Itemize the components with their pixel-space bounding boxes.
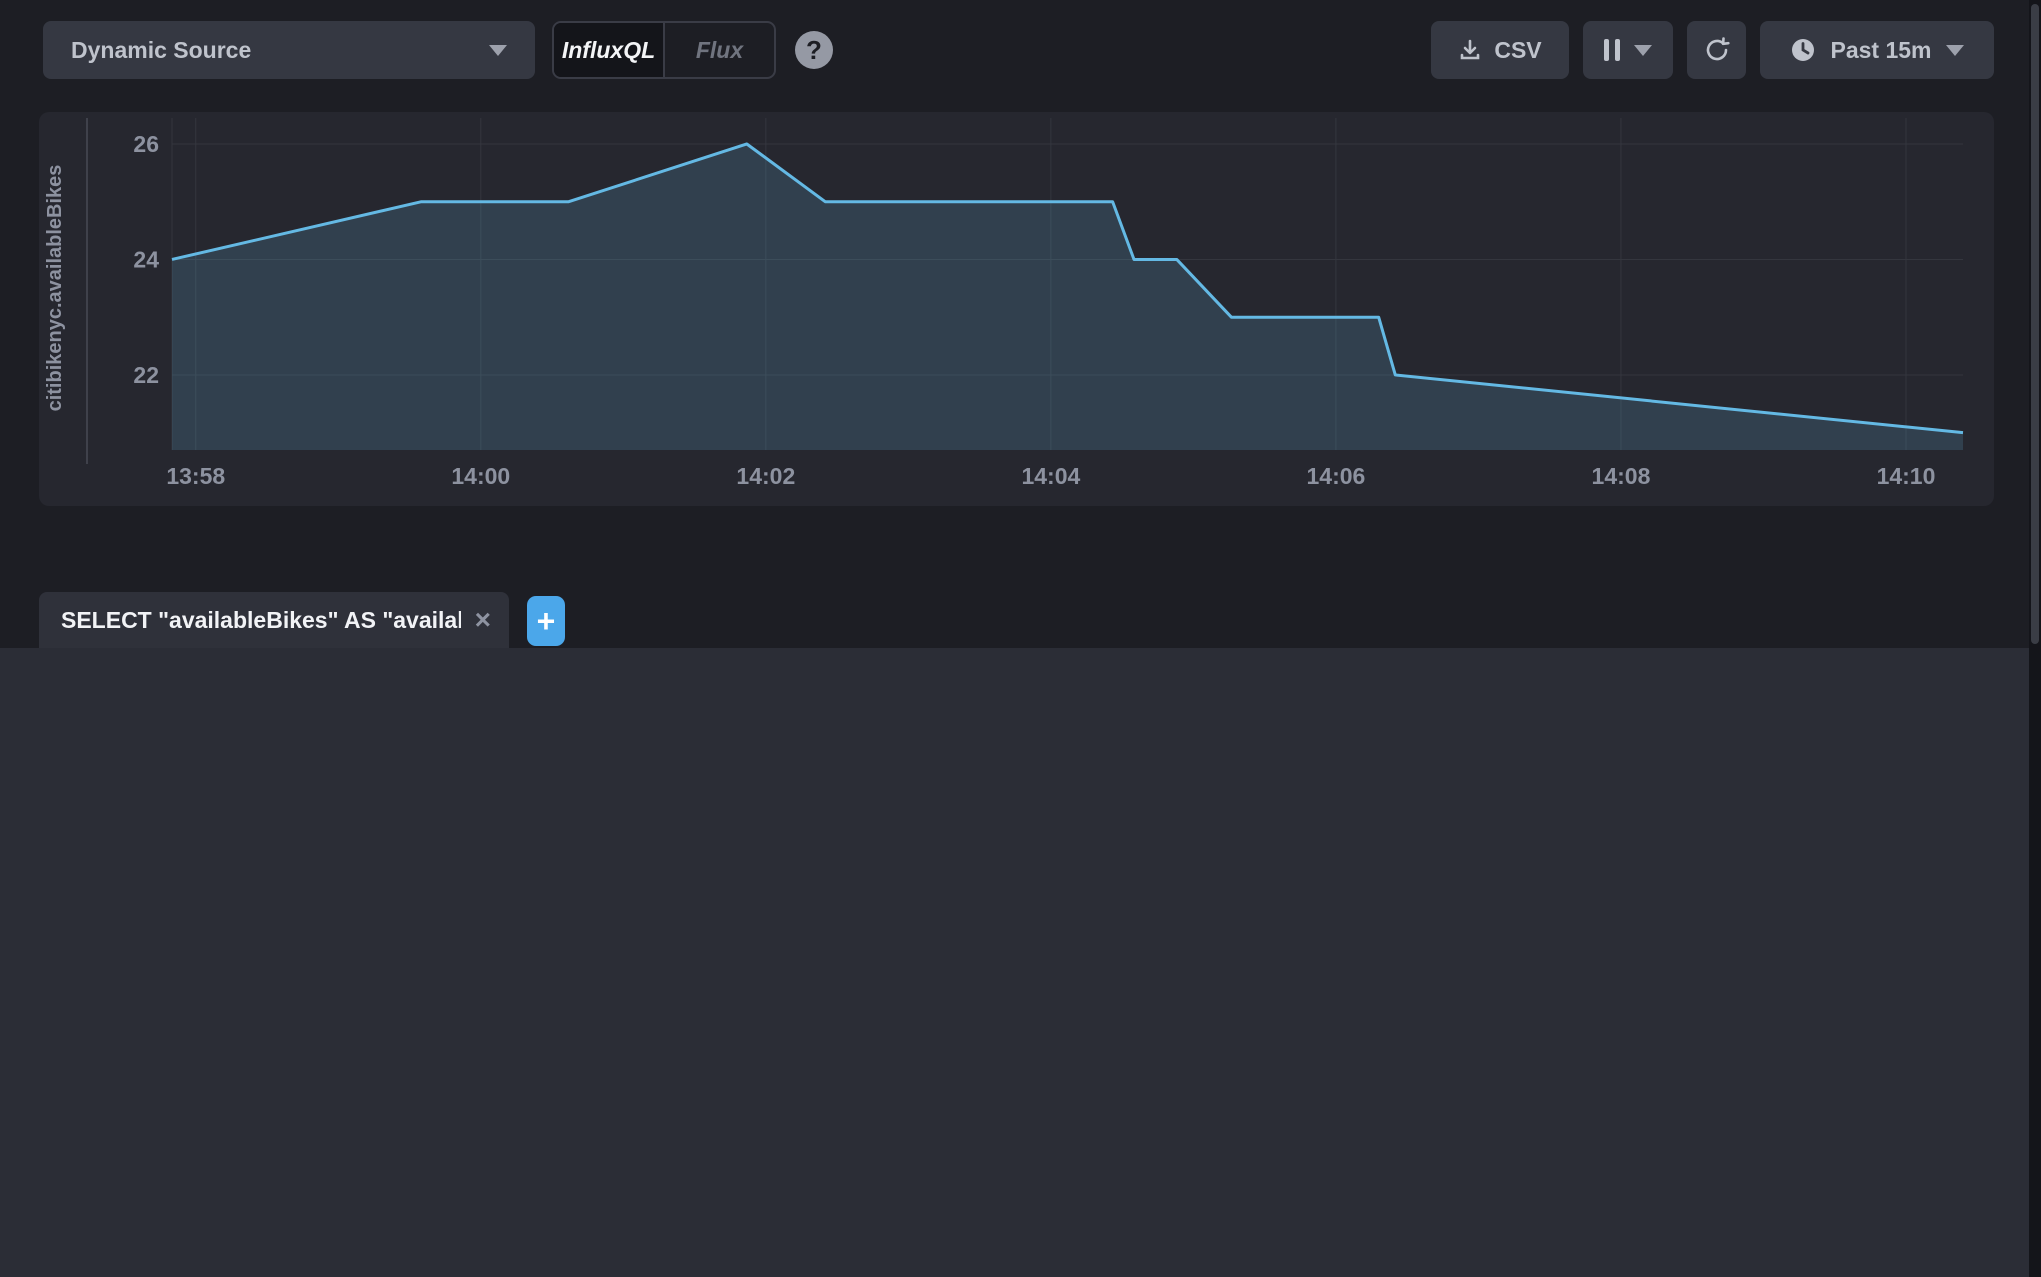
query-builder-panel: SELECT "availableBikes" AS "availableBik… [0,648,2041,1277]
chronograf-data-explorer: Dynamic Source InfluxQL Flux ? CSV [0,0,2041,1277]
tab-flux[interactable]: Flux [663,23,774,77]
chevron-down-icon [489,45,507,56]
clock-icon [1790,37,1816,63]
svg-text:14:06: 14:06 [1306,463,1365,489]
csv-label: CSV [1494,37,1541,64]
close-icon[interactable]: × [475,606,491,634]
svg-text:24: 24 [133,246,159,272]
refresh-icon [1703,36,1731,64]
svg-text:14:00: 14:00 [451,463,510,489]
source-dropdown-label: Dynamic Source [71,37,251,64]
plus-icon: + [537,603,556,640]
svg-text:13:58: 13:58 [166,463,225,489]
refresh-button[interactable] [1687,21,1746,79]
time-range-label: Past 15m [1830,37,1931,64]
query-tab-title: SELECT "availableBikes" AS "availableBik… [61,607,461,634]
svg-text:14:08: 14:08 [1592,463,1651,489]
download-csv-button[interactable]: CSV [1431,21,1569,79]
scrollbar-thumb[interactable] [2031,4,2039,644]
download-icon [1458,38,1482,62]
tab-influxql[interactable]: InfluxQL [554,23,663,77]
pause-icon [1604,39,1620,61]
scrollbar[interactable] [2029,0,2041,1277]
query-tab[interactable]: SELECT "availableBikes" AS "availableBik… [39,592,509,648]
svg-text:22: 22 [133,362,159,388]
pause-refresh-button[interactable] [1583,21,1673,79]
area-chart[interactable]: 22 24 26 13:58 14:00 14:02 14:04 14:06 14:08 14:1… [39,112,1994,506]
source-dropdown[interactable]: Dynamic Source [43,21,535,79]
time-range-dropdown[interactable]: Past 15m [1760,21,1994,79]
chevron-down-icon [1634,45,1652,56]
graph-panel: 22 24 26 13:58 14:00 14:02 14:04 14:06 14:08 14:1… [39,112,1994,506]
svg-text:26: 26 [133,131,159,157]
svg-text:14:04: 14:04 [1021,463,1080,489]
svg-text:citibikenyc.availableBikes: citibikenyc.availableBikes [44,165,66,412]
help-icon[interactable]: ? [795,31,833,69]
svg-text:14:10: 14:10 [1877,463,1936,489]
add-query-button[interactable]: + [527,596,565,646]
svg-text:14:02: 14:02 [736,463,795,489]
chevron-down-icon [1946,45,1964,56]
query-language-toggle: InfluxQL Flux [552,21,776,79]
